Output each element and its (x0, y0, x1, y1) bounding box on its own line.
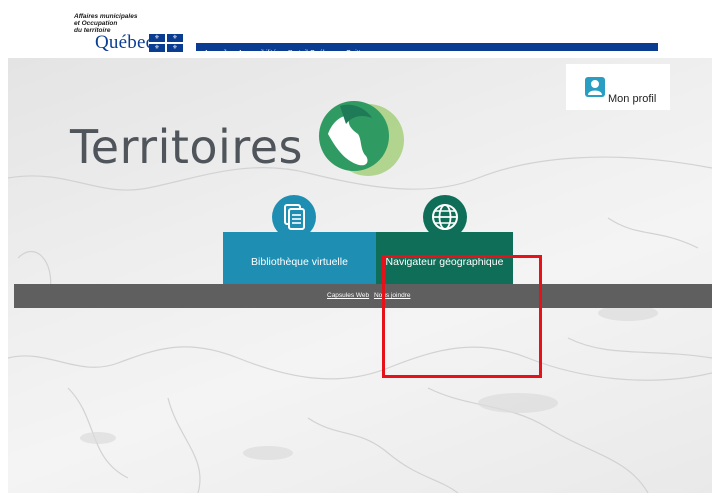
top-navigation: Accueil Accessibilité Portail Québec Qui… (196, 43, 658, 57)
link-capsules-web[interactable]: Capsules Web (327, 292, 369, 299)
nav-portail-quebec[interactable]: Portail Québec (288, 50, 334, 57)
profile-label: Mon profil (608, 93, 657, 105)
tile-bibliotheque-label: Bibliothèque virtuelle (251, 256, 348, 268)
page-title: Territoires (70, 120, 304, 174)
site-header: Affaires municipales et Occupation du te… (0, 0, 712, 58)
ministry-name: Affaires municipales et Occupation du te… (74, 13, 137, 34)
ministry-line-2: et Occupation (74, 20, 118, 27)
ministry-line-1: Affaires municipales (74, 13, 138, 20)
globe-icon (423, 195, 467, 239)
footer-bar: Capsules Web Nous joindre (14, 284, 712, 308)
territoires-logo-icon (319, 101, 404, 176)
nav-accueil[interactable]: Accueil (204, 50, 227, 57)
user-icon (585, 77, 605, 97)
hero-banner: Mon profil Territoires Bibliothèque virt… (8, 58, 712, 493)
profile-button[interactable]: Mon profil (566, 64, 670, 110)
nav-accessibilite[interactable]: Accessibilité (238, 50, 277, 57)
nav-quitter[interactable]: Quitter (346, 50, 367, 57)
tile-bibliotheque-virtuelle[interactable]: Bibliothèque virtuelle (223, 195, 376, 284)
document-icon (272, 195, 316, 239)
highlight-box (382, 255, 542, 378)
quebec-flag-icon: ⚜ ⚜ ⚜ ⚜ (149, 34, 183, 52)
page-left-margin (0, 58, 8, 493)
quebec-logo-text[interactable]: Québec (95, 32, 154, 54)
